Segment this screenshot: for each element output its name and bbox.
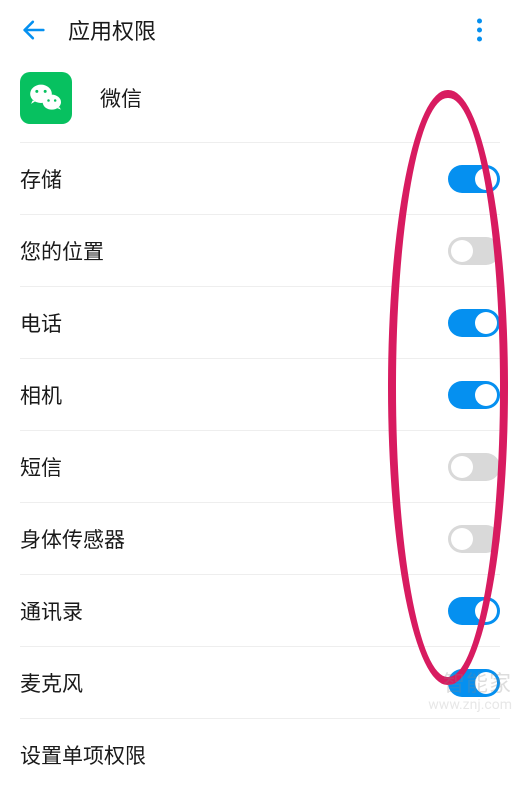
permission-label: 相机 xyxy=(20,380,62,410)
wechat-icon xyxy=(20,72,72,124)
permission-label: 麦克风 xyxy=(20,668,83,698)
permission-row: 相机 xyxy=(20,358,500,430)
footer-label: 设置单项权限 xyxy=(20,740,146,770)
page-title: 应用权限 xyxy=(68,14,156,46)
permission-toggle-sms[interactable] xyxy=(448,453,500,481)
header: 应用权限 xyxy=(0,0,520,60)
permission-label: 存储 xyxy=(20,164,62,194)
permission-row: 短信 xyxy=(20,430,500,502)
permission-row: 电话 xyxy=(20,286,500,358)
permission-label: 通讯录 xyxy=(20,596,83,626)
permission-toggle-body-sensors[interactable] xyxy=(448,525,500,553)
permission-label: 身体传感器 xyxy=(20,524,125,554)
permission-toggle-microphone[interactable] xyxy=(448,669,500,697)
permission-row: 麦克风 xyxy=(20,646,500,718)
back-icon[interactable] xyxy=(20,16,48,44)
permission-toggle-camera[interactable] xyxy=(448,381,500,409)
app-info: 微信 xyxy=(0,60,520,142)
permission-toggle-contacts[interactable] xyxy=(448,597,500,625)
permission-row: 身体传感器 xyxy=(20,502,500,574)
permission-row: 您的位置 xyxy=(20,214,500,286)
permission-label: 您的位置 xyxy=(20,236,104,266)
app-name: 微信 xyxy=(100,83,142,113)
set-individual-permissions-row[interactable]: 设置单项权限 xyxy=(20,718,500,790)
permission-toggle-storage[interactable] xyxy=(448,165,500,193)
permission-toggle-phone[interactable] xyxy=(448,309,500,337)
more-icon[interactable] xyxy=(469,11,490,50)
permission-row: 存储 xyxy=(20,142,500,214)
permission-label: 电话 xyxy=(20,308,62,338)
permission-toggle-location[interactable] xyxy=(448,237,500,265)
permission-list: 存储 您的位置 电话 相机 短信 身体传感器 通讯录 麦克风 设置单项权限 xyxy=(0,142,520,790)
permission-row: 通讯录 xyxy=(20,574,500,646)
permission-label: 短信 xyxy=(20,452,62,482)
